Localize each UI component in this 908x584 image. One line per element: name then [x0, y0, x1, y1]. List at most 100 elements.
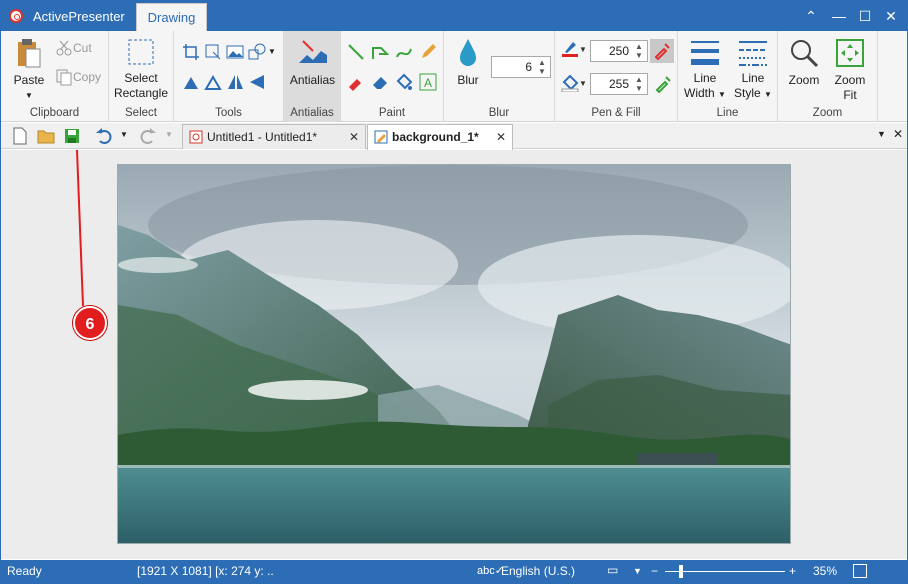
- curve-tool-icon[interactable]: [395, 43, 413, 61]
- zoom-slider-thumb[interactable]: [679, 565, 683, 578]
- zoom-slider-track[interactable]: [665, 571, 785, 572]
- paint-group-label: Paint: [378, 107, 406, 119]
- open-folder-icon[interactable]: [37, 127, 55, 145]
- close-button[interactable]: ✕: [877, 5, 905, 27]
- spelling-icon[interactable]: abc✓: [477, 560, 504, 583]
- svg-text:▼: ▼: [579, 79, 585, 88]
- zoom-fit-label-2: Fit: [843, 88, 857, 102]
- app-title: ActivePresenter: [33, 9, 125, 24]
- undo-icon[interactable]: [95, 127, 113, 145]
- rotate-left-icon[interactable]: [182, 73, 200, 91]
- select-rectangle-icon: [128, 39, 154, 65]
- svg-text:A: A: [424, 76, 432, 90]
- tab-list-dropdown-icon[interactable]: ▼: [877, 129, 886, 139]
- polyline-tool-icon[interactable]: [371, 43, 389, 61]
- redo-icon[interactable]: [139, 127, 157, 145]
- pen-eyedropper-button[interactable]: [650, 39, 674, 63]
- pen-color-icon[interactable]: ▼: [561, 40, 585, 58]
- tab-untitled1[interactable]: Untitled1 - Untitled1* ✕: [182, 124, 366, 149]
- maximize-button[interactable]: ☐: [851, 5, 879, 27]
- line-group: Line Width ▼ Line Style ▼ Line: [678, 31, 778, 122]
- line-style-button[interactable]: Line Style ▼: [730, 37, 776, 102]
- line-style-label-1: Line: [741, 71, 765, 85]
- shapes-dropdown-icon[interactable]: ▼: [268, 47, 276, 56]
- pen-opacity-input[interactable]: 250 ▲ ▼: [590, 40, 648, 62]
- spinner-arrows-icon[interactable]: ▲ ▼: [536, 58, 548, 76]
- paste-icon: [18, 39, 41, 68]
- display-icon[interactable]: ▭: [607, 559, 618, 582]
- line-width-label-1: Line: [693, 71, 717, 85]
- minimize-button[interactable]: —: [825, 5, 853, 27]
- crop-icon[interactable]: [182, 43, 200, 61]
- eraser-icon[interactable]: [371, 73, 389, 91]
- chevron-down-icon: ▼: [25, 91, 33, 100]
- zoom-out-button[interactable]: −: [651, 560, 658, 583]
- brush-icon[interactable]: [347, 73, 365, 91]
- magnifier-icon: [791, 40, 819, 68]
- paste-button[interactable]: Paste ▼: [9, 37, 49, 103]
- fill-color-icon[interactable]: ▼: [561, 74, 585, 92]
- fill-bucket-icon[interactable]: [395, 73, 413, 91]
- app-window: { "titlebar": {"app_name": "ActivePresen…: [0, 0, 908, 584]
- spinner-arrows-icon[interactable]: ▲ ▼: [633, 42, 645, 60]
- rotate-right-icon[interactable]: [204, 73, 222, 91]
- project-file-icon: [189, 130, 203, 144]
- fit-window-icon[interactable]: [853, 564, 867, 578]
- zoom-fit-button[interactable]: Zoom Fit: [828, 37, 872, 103]
- undo-dropdown-icon[interactable]: ▼: [120, 130, 128, 139]
- select-rectangle-label-2: Rectangle: [113, 86, 169, 100]
- line-width-label-2: Width: [684, 86, 715, 100]
- close-document-icon[interactable]: ✕: [893, 127, 903, 141]
- save-icon[interactable]: [63, 127, 81, 145]
- tab-background[interactable]: background_1* ✕: [367, 124, 513, 150]
- pen-opacity-value: 250: [608, 44, 629, 58]
- spinner-arrows-icon[interactable]: ▲ ▼: [633, 75, 645, 93]
- select-rectangle-button[interactable]: Select Rectangle: [111, 37, 171, 101]
- collapse-ribbon-button[interactable]: ⌃: [797, 5, 825, 27]
- copy-icon[interactable]: [55, 68, 73, 86]
- resize-icon[interactable]: [204, 43, 222, 61]
- paint-group: A Paint: [341, 31, 444, 122]
- blur-label: Blur: [457, 73, 479, 87]
- fill-opacity-input[interactable]: 255 ▲ ▼: [590, 73, 648, 95]
- line-tool-icon[interactable]: [347, 43, 365, 61]
- app-logo-icon: [9, 9, 23, 23]
- pencil-icon[interactable]: [419, 43, 437, 61]
- zoom-in-button[interactable]: +: [789, 560, 796, 583]
- text-tool-icon[interactable]: A: [419, 73, 437, 91]
- status-language[interactable]: English (U.S.): [501, 560, 575, 583]
- blur-group-label: Blur: [488, 107, 510, 119]
- line-width-button[interactable]: Line Width ▼: [682, 37, 728, 102]
- zoom-group-label: Zoom: [812, 107, 843, 119]
- zoom-label: Zoom: [788, 73, 820, 87]
- blur-button[interactable]: Blur: [450, 37, 486, 88]
- antialias-button[interactable]: Antialias: [286, 37, 339, 97]
- fill-eyedropper-icon[interactable]: [654, 75, 672, 93]
- zoom-fit-label-1: Zoom: [834, 73, 866, 87]
- tools-group-label: Tools: [215, 107, 242, 119]
- quick-access-toolbar: ▼ ▼ Untitled1 - Untitled1* ✕ background_…: [1, 123, 907, 150]
- flip-vertical-icon[interactable]: [226, 73, 244, 91]
- flip-horizontal-icon[interactable]: [248, 73, 266, 91]
- tab-drawing[interactable]: Drawing: [136, 3, 207, 31]
- antialias-group: Antialias Antialias: [284, 31, 341, 122]
- new-file-icon[interactable]: [11, 127, 29, 145]
- antialias-group-label: Antialias: [290, 107, 334, 119]
- line-style-icon: [739, 41, 767, 66]
- zoom-button[interactable]: Zoom: [782, 37, 826, 88]
- status-zoom-level: 35%: [813, 564, 838, 578]
- display-dropdown-icon[interactable]: ▼: [633, 560, 642, 583]
- shapes-icon[interactable]: [248, 43, 266, 61]
- select-group-label: Select: [125, 107, 157, 119]
- blur-amount-input[interactable]: 6 ▲ ▼: [491, 56, 551, 78]
- tab-untitled1-close-icon[interactable]: ✕: [349, 125, 359, 149]
- image-icon[interactable]: [226, 43, 244, 61]
- background-image[interactable]: [117, 164, 791, 544]
- tab-background-close-icon[interactable]: ✕: [496, 125, 506, 149]
- line-group-label: Line: [716, 107, 739, 119]
- status-coordinates: [1921 X 1081] [x: 274 y: ..: [137, 564, 274, 578]
- cut-icon[interactable]: [55, 39, 73, 57]
- status-bar: Ready [1921 X 1081] [x: 274 y: .. abc✓ E…: [1, 560, 907, 583]
- antialias-label: Antialias: [289, 73, 336, 87]
- redo-dropdown-icon[interactable]: ▼: [165, 130, 173, 139]
